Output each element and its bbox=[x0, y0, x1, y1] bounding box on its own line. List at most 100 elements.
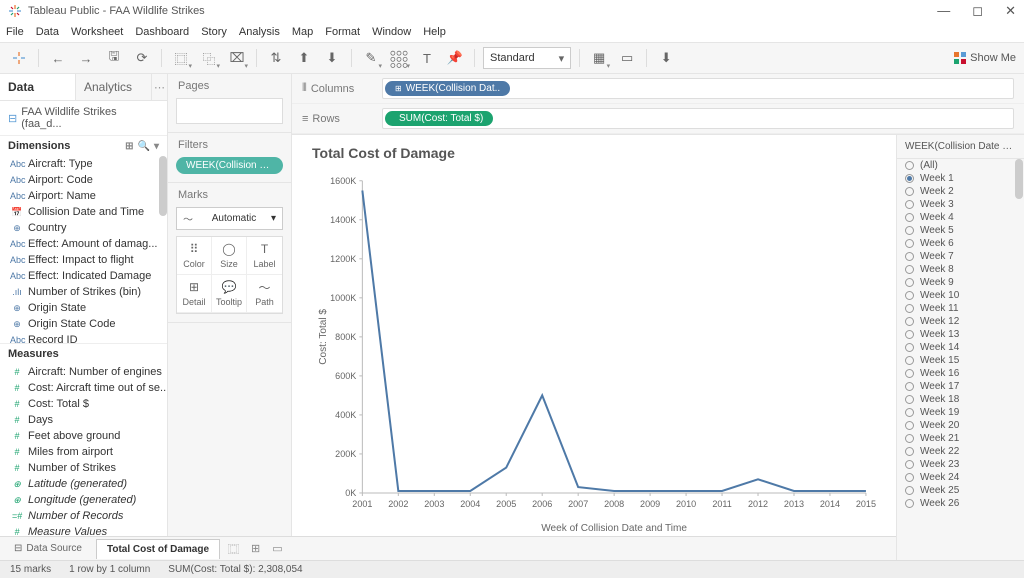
menu-analysis[interactable]: Analysis bbox=[239, 26, 280, 38]
dimension-field[interactable]: AbcRecord ID bbox=[0, 332, 167, 343]
tableau-icon[interactable] bbox=[8, 47, 30, 69]
minimize-icon[interactable]: — bbox=[937, 3, 950, 19]
menu-file[interactable]: File bbox=[6, 26, 24, 38]
clear-icon[interactable]: ⌧ bbox=[226, 47, 248, 69]
mark-detail[interactable]: ⊞Detail bbox=[177, 275, 212, 313]
mark-tooltip[interactable]: 💬Tooltip bbox=[212, 275, 247, 313]
pin-icon[interactable]: 📌 bbox=[444, 47, 466, 69]
new-worksheet-tab-icon[interactable]: ⿴ bbox=[224, 541, 243, 557]
dimension-field[interactable]: AbcEffect: Amount of damag... bbox=[0, 236, 167, 252]
filter-option[interactable]: Week 9 bbox=[897, 276, 1024, 289]
mark-label[interactable]: TLabel bbox=[247, 237, 282, 275]
undo-icon[interactable]: ← bbox=[47, 47, 69, 69]
dimension-field[interactable]: AbcEffect: Indicated Damage bbox=[0, 268, 167, 284]
filter-option[interactable]: Week 18 bbox=[897, 393, 1024, 406]
dim-menu-icon[interactable]: ▾ bbox=[154, 141, 159, 152]
add-datasource-icon[interactable]: ⋯ bbox=[151, 74, 167, 100]
menu-format[interactable]: Format bbox=[325, 26, 360, 38]
save-icon[interactable]: 🖫 bbox=[103, 47, 125, 69]
measure-field[interactable]: #Number of Strikes bbox=[0, 460, 167, 476]
measure-field[interactable]: #Feet above ground bbox=[0, 428, 167, 444]
filter-option[interactable]: Week 4 bbox=[897, 211, 1024, 224]
measure-field[interactable]: #Miles from airport bbox=[0, 444, 167, 460]
scrollbar-thumb[interactable] bbox=[159, 156, 167, 216]
group-icon[interactable]: 𓃑 bbox=[388, 47, 410, 69]
menu-window[interactable]: Window bbox=[372, 26, 411, 38]
filter-option[interactable]: Week 8 bbox=[897, 263, 1024, 276]
redo-icon[interactable]: → bbox=[75, 47, 97, 69]
dimension-field[interactable]: AbcEffect: Impact to flight bbox=[0, 252, 167, 268]
dimension-field[interactable]: ⊕Origin State Code bbox=[0, 316, 167, 332]
download-icon[interactable]: ⬇ bbox=[655, 47, 677, 69]
new-dashboard-tab-icon[interactable]: ⊞ bbox=[247, 542, 264, 555]
rows-shelf[interactable]: SUM(Cost: Total $) bbox=[382, 108, 1014, 129]
analytics-tab[interactable]: Analytics bbox=[75, 74, 151, 100]
data-tab[interactable]: Data bbox=[0, 74, 75, 100]
filter-option[interactable]: Week 6 bbox=[897, 237, 1024, 250]
filter-option[interactable]: Week 15 bbox=[897, 354, 1024, 367]
datasource-name[interactable]: ⊟ FAA Wildlife Strikes (faa_d... bbox=[0, 101, 167, 135]
measure-field[interactable]: =#Number of Records bbox=[0, 508, 167, 524]
mark-path[interactable]: 〜Path bbox=[247, 275, 282, 313]
filter-option[interactable]: Week 5 bbox=[897, 224, 1024, 237]
columns-pill-week[interactable]: WEEK(Collision Dat.. bbox=[385, 81, 510, 96]
view-data-icon[interactable]: ⊞ bbox=[125, 141, 133, 152]
filter-option[interactable]: Week 1 bbox=[897, 172, 1024, 185]
filter-option[interactable]: Week 7 bbox=[897, 250, 1024, 263]
menu-map[interactable]: Map bbox=[292, 26, 313, 38]
filter-option[interactable]: Week 20 bbox=[897, 419, 1024, 432]
mark-color[interactable]: ⠿Color bbox=[177, 237, 212, 275]
filter-scrollbar-thumb[interactable] bbox=[1015, 159, 1023, 199]
close-icon[interactable]: ✕ bbox=[1005, 3, 1016, 19]
dimension-field[interactable]: ⊕Country bbox=[0, 220, 167, 236]
sort-asc-icon[interactable]: ⬆ bbox=[293, 47, 315, 69]
maximize-icon[interactable]: ◻ bbox=[972, 3, 983, 19]
menu-data[interactable]: Data bbox=[36, 26, 59, 38]
filter-option[interactable]: Week 16 bbox=[897, 367, 1024, 380]
dimension-field[interactable]: .ılıNumber of Strikes (bin) bbox=[0, 284, 167, 300]
mark-size[interactable]: ◯Size bbox=[212, 237, 247, 275]
new-story-tab-icon[interactable]: ▭ bbox=[268, 542, 286, 555]
measure-field[interactable]: #Cost: Aircraft time out of se... bbox=[0, 380, 167, 396]
measure-field[interactable]: #Cost: Total $ bbox=[0, 396, 167, 412]
measure-field[interactable]: #Aircraft: Number of engines bbox=[0, 364, 167, 380]
filter-option[interactable]: Week 11 bbox=[897, 302, 1024, 315]
menu-story[interactable]: Story bbox=[201, 26, 227, 38]
menu-dashboard[interactable]: Dashboard bbox=[135, 26, 189, 38]
search-icon[interactable]: 🔍 bbox=[138, 141, 150, 152]
filter-option[interactable]: Week 2 bbox=[897, 185, 1024, 198]
dimension-field[interactable]: AbcAirport: Code bbox=[0, 172, 167, 188]
filter-option[interactable]: Week 10 bbox=[897, 289, 1024, 302]
dimension-field[interactable]: 📅Collision Date and Time bbox=[0, 204, 167, 220]
filter-option[interactable]: Week 13 bbox=[897, 328, 1024, 341]
filter-option[interactable]: Week 24 bbox=[897, 471, 1024, 484]
columns-shelf[interactable]: WEEK(Collision Dat.. bbox=[382, 78, 1014, 99]
filter-option[interactable]: Week 3 bbox=[897, 198, 1024, 211]
rows-pill-sum[interactable]: SUM(Cost: Total $) bbox=[385, 111, 493, 126]
measure-field[interactable]: #Days bbox=[0, 412, 167, 428]
filter-option[interactable]: Week 17 bbox=[897, 380, 1024, 393]
menu-worksheet[interactable]: Worksheet bbox=[71, 26, 123, 38]
filter-option[interactable]: Week 19 bbox=[897, 406, 1024, 419]
cards-icon[interactable]: ▦ bbox=[588, 47, 610, 69]
filter-option[interactable]: Week 23 bbox=[897, 458, 1024, 471]
new-worksheet-icon[interactable]: ⿴ bbox=[170, 47, 192, 69]
fit-dropdown[interactable]: Standard bbox=[483, 47, 571, 69]
measure-field[interactable]: ⊕Latitude (generated) bbox=[0, 476, 167, 492]
presentation-icon[interactable]: ▭ bbox=[616, 47, 638, 69]
filter-option[interactable]: Week 21 bbox=[897, 432, 1024, 445]
dimension-field[interactable]: AbcAirport: Name bbox=[0, 188, 167, 204]
filter-option[interactable]: Week 14 bbox=[897, 341, 1024, 354]
filter-option[interactable]: Week 22 bbox=[897, 445, 1024, 458]
datasource-tab[interactable]: ⊟Data Source bbox=[4, 539, 92, 558]
menu-help[interactable]: Help bbox=[423, 26, 446, 38]
highlight-icon[interactable]: ✎ bbox=[360, 47, 382, 69]
filter-option[interactable]: Week 26 bbox=[897, 497, 1024, 510]
sort-desc-icon[interactable]: ⬇ bbox=[321, 47, 343, 69]
show-me-button[interactable]: Show Me bbox=[954, 52, 1016, 64]
duplicate-icon[interactable]: ⿻ bbox=[198, 47, 220, 69]
filter-option[interactable]: Week 12 bbox=[897, 315, 1024, 328]
filter-option-all[interactable]: (All) bbox=[897, 159, 1024, 172]
filter-option[interactable]: Week 25 bbox=[897, 484, 1024, 497]
dimension-field[interactable]: AbcAircraft: Type bbox=[0, 156, 167, 172]
